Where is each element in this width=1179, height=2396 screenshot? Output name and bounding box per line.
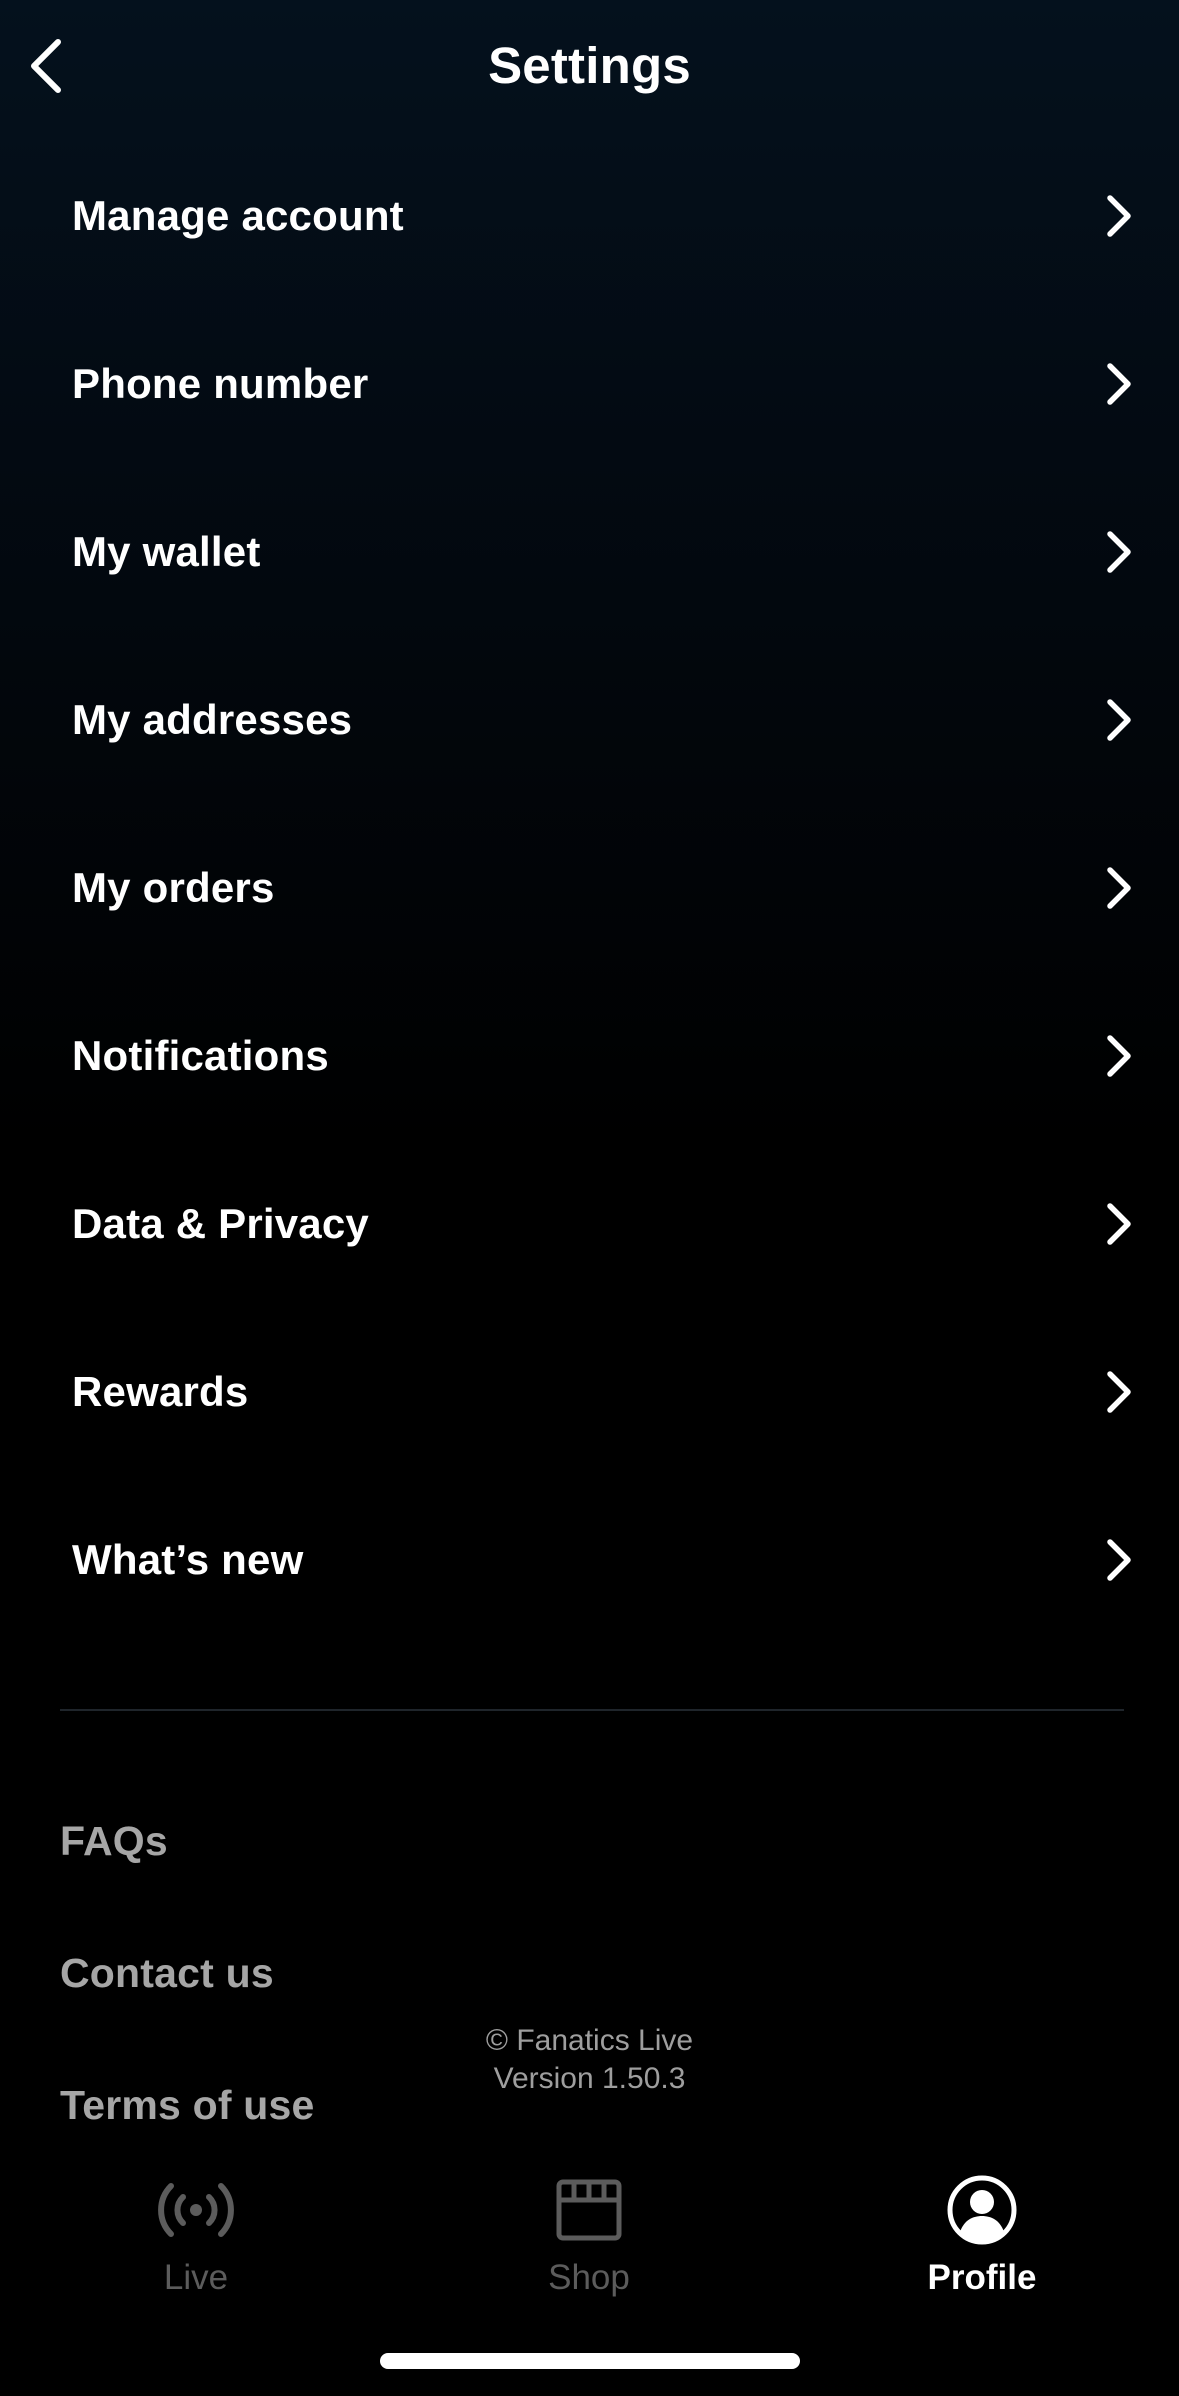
menu-item-label: Manage account [72, 192, 404, 239]
chevron-right-icon [1099, 354, 1139, 414]
menu-item-label: My wallet [72, 528, 261, 575]
menu-item-label: Notifications [72, 1032, 329, 1079]
broadcast-icon [156, 2170, 236, 2250]
tab-label: Shop [548, 2258, 630, 2297]
tab-label: Live [163, 2258, 229, 2297]
tab-bar: Live Shop Profile [0, 2160, 1179, 2310]
menu-item-label: Phone number [72, 360, 369, 407]
settings-screen: Settings Manage account Phone number My … [0, 0, 1179, 2396]
profile-icon [942, 2170, 1022, 2250]
chevron-right-icon [1099, 858, 1139, 918]
chevron-right-icon [1099, 1026, 1139, 1086]
app-info: © Fanatics Live Version 1.50.3 [0, 2022, 1179, 2098]
menu-item-data-privacy[interactable]: Data & Privacy [0, 1140, 1179, 1308]
version-text: Version 1.50.3 [493, 2062, 686, 2095]
chevron-right-icon [1099, 186, 1139, 246]
menu-item-my-addresses[interactable]: My addresses [0, 636, 1179, 804]
menu-item-whats-new[interactable]: What’s new [0, 1476, 1179, 1644]
header: Settings [0, 0, 1179, 132]
chevron-right-icon [1099, 690, 1139, 750]
menu-item-my-wallet[interactable]: My wallet [0, 468, 1179, 636]
menu-item-phone-number[interactable]: Phone number [0, 300, 1179, 468]
page-title: Settings [488, 37, 691, 94]
copyright-text: © Fanatics Live [485, 2024, 694, 2057]
menu-item-label: Data & Privacy [72, 1200, 369, 1247]
storefront-icon [549, 2170, 629, 2250]
tab-shop[interactable]: Shop [469, 2160, 709, 2310]
chevron-right-icon [1099, 1194, 1139, 1254]
menu-item-label: Rewards [72, 1368, 249, 1415]
menu-item-notifications[interactable]: Notifications [0, 972, 1179, 1140]
contact-us-link[interactable]: Contact us [60, 1950, 274, 1997]
home-indicator [380, 2353, 800, 2369]
menu-item-my-orders[interactable]: My orders [0, 804, 1179, 972]
settings-menu: Manage account Phone number My wallet My… [0, 132, 1179, 1644]
chevron-right-icon [1099, 1362, 1139, 1422]
tab-profile[interactable]: Profile [862, 2160, 1102, 2310]
menu-item-label: What’s new [72, 1536, 304, 1583]
tab-label: Profile [927, 2258, 1037, 2297]
tab-live[interactable]: Live [76, 2160, 316, 2310]
section-divider [60, 1709, 1124, 1711]
chevron-right-icon [1099, 1530, 1139, 1590]
menu-item-label: My orders [72, 864, 275, 911]
chevron-right-icon [1099, 522, 1139, 582]
menu-item-manage-account[interactable]: Manage account [0, 132, 1179, 300]
menu-item-label: My addresses [72, 696, 353, 743]
faqs-link[interactable]: FAQs [60, 1818, 168, 1865]
menu-item-rewards[interactable]: Rewards [0, 1308, 1179, 1476]
